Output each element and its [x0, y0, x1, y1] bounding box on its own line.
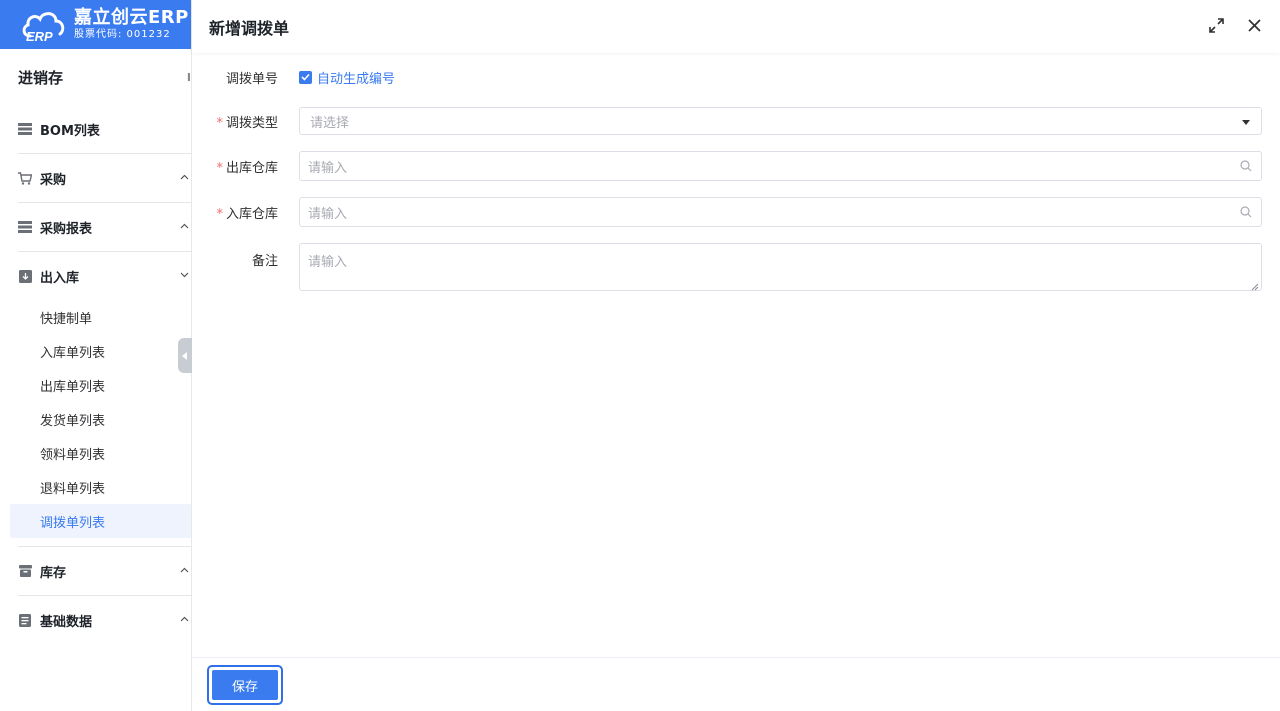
- caret-down-icon: [1239, 115, 1253, 129]
- form-row-transfer-type: * 调拨类型 请选择: [192, 107, 1280, 135]
- sidebar-subitem-label: 发货单列表: [40, 413, 106, 429]
- sidebar-item-bom[interactable]: BOM列表: [0, 105, 191, 153]
- chevron-up-icon: [180, 172, 189, 183]
- form-row-in-warehouse: * 入库仓库 请输入: [192, 197, 1280, 227]
- resize-handle-icon[interactable]: [1251, 280, 1259, 291]
- chevron-down-icon: [180, 270, 189, 281]
- auto-generate-number-label: 自动生成编号: [317, 71, 396, 87]
- out-warehouse-input[interactable]: 请输入: [299, 151, 1262, 181]
- sidebar-item-inventory[interactable]: 库存: [0, 547, 191, 595]
- menu-group-stock-io: 出入库 快捷制单 入库单列表 出库单列表 发货单列表 领料单列表 退料单列表 调…: [10, 252, 191, 547]
- cloud-erp-logo-icon: ERP: [20, 6, 70, 44]
- search-icon[interactable]: [1239, 159, 1253, 173]
- module-title: 进销存 I: [0, 49, 191, 105]
- sidebar-item-purchase-report[interactable]: 采购报表: [0, 203, 191, 251]
- sidebar-item-label: 基础数据: [40, 614, 93, 630]
- sidebar-subitem-label: 入库单列表: [40, 345, 106, 361]
- sidebar-item-stock-io[interactable]: 出入库: [0, 252, 191, 300]
- sidebar-subitem-label: 退料单列表: [40, 481, 106, 497]
- menu-group-purchase-report: 采购报表: [18, 203, 191, 252]
- form-row-out-warehouse: * 出库仓库 请输入: [192, 151, 1280, 181]
- out-warehouse-label-text: 出库仓库: [225, 160, 278, 176]
- in-warehouse-input[interactable]: 请输入: [299, 197, 1262, 227]
- sidebar-subitem-label: 领料单列表: [40, 447, 106, 463]
- sidebar-subitem-shipping-list[interactable]: 发货单列表: [0, 402, 191, 436]
- sidebar-subitem-label: 出库单列表: [40, 379, 106, 395]
- out-warehouse-placeholder: 请输入: [308, 160, 348, 176]
- save-button-label: 保存: [231, 679, 258, 695]
- dialog-title: 新增调拨单: [209, 18, 290, 38]
- transfer-type-placeholder: 请选择: [310, 115, 350, 131]
- sidebar-item-label: 采购: [40, 172, 67, 188]
- menu-group-base-data: 基础数据: [18, 596, 191, 644]
- sidebar-subitem-inbound-list[interactable]: 入库单列表: [0, 334, 191, 368]
- form-row-transfer-no: 调拨单号 自动生成编号: [192, 67, 1280, 87]
- sidebar-toggle-handle[interactable]: [178, 338, 192, 373]
- transfer-type-select[interactable]: 请选择: [299, 107, 1262, 135]
- sidebar: ERP 嘉立创云ERP 股票代码: 001232 进销存 I BOM列表 采购: [0, 0, 192, 711]
- sidebar-item-label: 库存: [40, 565, 67, 581]
- sidebar-item-purchase[interactable]: 采购: [0, 154, 191, 202]
- transfer-no-label: 调拨单号: [225, 71, 278, 87]
- chevron-up-icon: [180, 565, 189, 576]
- sidebar-subitem-label: 调拨单列表: [40, 515, 106, 531]
- save-button[interactable]: 保存: [207, 665, 283, 705]
- svg-text:ERP: ERP: [26, 29, 53, 44]
- module-title-text: 进销存: [18, 68, 64, 87]
- dialog-footer: 保存: [192, 657, 1280, 711]
- checkbox-checked-icon: [299, 70, 312, 84]
- remark-label: 备注: [251, 254, 278, 269]
- sidebar-item-label: 采购报表: [40, 221, 93, 237]
- menu-group-purchase: 采购: [18, 154, 191, 203]
- remark-placeholder: 请输入: [308, 255, 348, 270]
- close-icon[interactable]: [1246, 17, 1262, 33]
- inventory-icon: [18, 564, 32, 578]
- sidebar-item-label: BOM列表: [40, 123, 100, 139]
- remark-textarea[interactable]: 请输入: [299, 243, 1262, 291]
- report-icon: [18, 220, 32, 234]
- auto-generate-number-checkbox[interactable]: 自动生成编号: [299, 68, 395, 87]
- menu-group-bom: BOM列表: [18, 105, 191, 154]
- brand-title: 嘉立创云ERP: [74, 7, 189, 28]
- menu-group-inventory: 库存: [18, 547, 191, 596]
- sidebar-item-label: 出入库: [40, 270, 80, 286]
- brand-logo[interactable]: ERP 嘉立创云ERP 股票代码: 001232: [0, 0, 191, 49]
- out-warehouse-label: * 出库仓库: [192, 157, 288, 176]
- form-row-remark: 备注 请输入: [192, 243, 1280, 291]
- chevron-up-icon: [180, 221, 189, 232]
- fullscreen-icon[interactable]: [1208, 17, 1224, 33]
- search-icon[interactable]: [1239, 205, 1253, 219]
- list-icon: [18, 122, 32, 136]
- cart-icon: [18, 171, 32, 185]
- caret-left-icon: [182, 351, 187, 360]
- in-warehouse-label: * 入库仓库: [192, 203, 288, 222]
- transfer-type-label: * 调拨类型: [192, 112, 288, 131]
- sidebar-subitem-picking-list[interactable]: 领料单列表: [0, 436, 191, 470]
- brand-subtitle: 股票代码: 001232: [74, 29, 171, 40]
- sidebar-collapse-icon[interactable]: I: [187, 71, 191, 84]
- sidebar-subitem-return-list[interactable]: 退料单列表: [0, 470, 191, 504]
- sidebar-subitem-transfer-list[interactable]: 调拨单列表: [10, 504, 191, 538]
- sidebar-item-base-data[interactable]: 基础数据: [0, 596, 191, 644]
- in-warehouse-label-text: 入库仓库: [225, 206, 278, 222]
- transfer-type-label-text: 调拨类型: [225, 115, 278, 131]
- chevron-up-icon: [180, 614, 189, 625]
- base-data-icon: [18, 613, 32, 627]
- in-warehouse-placeholder: 请输入: [308, 206, 348, 222]
- sidebar-subitem-quick-order[interactable]: 快捷制单: [0, 300, 191, 334]
- warehouse-box-icon: [18, 269, 32, 283]
- sidebar-subitem-outbound-list[interactable]: 出库单列表: [0, 368, 191, 402]
- new-transfer-dialog: 新增调拨单 调拨单号 自动生成编号 * 调拨类型 请选择 * 出库仓库 请输入 …: [192, 0, 1280, 711]
- required-mark: *: [216, 115, 223, 131]
- dialog-header: 新增调拨单: [192, 0, 1280, 53]
- sidebar-subitem-label: 快捷制单: [40, 311, 93, 327]
- required-mark: *: [216, 160, 223, 176]
- required-mark: *: [216, 206, 223, 222]
